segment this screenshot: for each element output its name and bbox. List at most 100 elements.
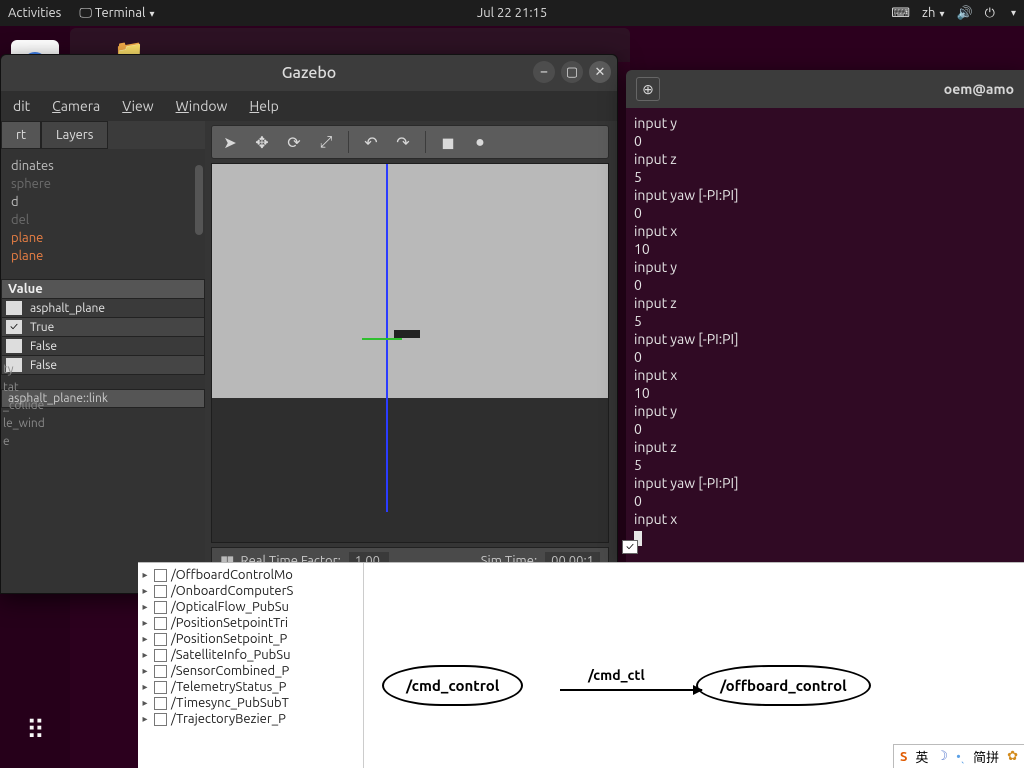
- topic-list[interactable]: ▸/OffboardControlMo▸/OnboardComputerS▸/O…: [138, 563, 364, 768]
- minimize-button[interactable]: –: [533, 61, 555, 83]
- gazebo-3d-canvas[interactable]: [211, 163, 609, 543]
- model-tree[interactable]: dinates sphere d del plane plane: [1, 149, 205, 269]
- expand-icon[interactable]: ▸: [140, 633, 150, 645]
- checkbox[interactable]: ✓: [6, 320, 22, 334]
- topic-row[interactable]: ▸/OffboardControlMo: [140, 567, 361, 583]
- topic-row[interactable]: ▸/TelemetryStatus_P: [140, 679, 361, 695]
- checkbox[interactable]: [154, 649, 167, 662]
- checkbox[interactable]: [154, 697, 167, 710]
- ime-lang-en[interactable]: 英: [915, 747, 928, 766]
- box-shape-icon[interactable]: ◼: [436, 130, 460, 154]
- ime-bar[interactable]: S 英 ☽ •ˎ 简拼 ✿: [893, 744, 1024, 768]
- redo-icon[interactable]: ↷: [391, 130, 415, 154]
- topic-label: /SensorCombined_P: [171, 664, 289, 678]
- topic-row[interactable]: ▸/SatelliteInfo_PubSu: [140, 647, 361, 663]
- side-label: e: [3, 433, 45, 451]
- activities-button[interactable]: Activities: [8, 6, 61, 20]
- menu-view[interactable]: View: [122, 98, 153, 114]
- sphere-shape-icon[interactable]: ●: [468, 130, 492, 154]
- topic-row[interactable]: ▸ /Timesync_PubSubT: [140, 695, 361, 711]
- moon-icon[interactable]: ☽: [936, 749, 948, 764]
- prop-row[interactable]: asphalt_plane: [1, 299, 205, 318]
- ros-edge: [560, 689, 702, 691]
- terminal-titlebar[interactable]: ⊕ oem@amo: [626, 70, 1024, 108]
- new-tab-icon[interactable]: ⊕: [636, 77, 660, 101]
- topic-row[interactable]: ▸/PositionSetpointTri: [140, 615, 361, 631]
- expand-icon[interactable]: ▸: [140, 617, 150, 629]
- expand-icon[interactable]: ▸: [140, 665, 150, 677]
- power-icon[interactable]: ⏻: [985, 6, 995, 21]
- close-button[interactable]: ✕: [589, 61, 611, 83]
- tab-layers[interactable]: Layers: [41, 121, 108, 149]
- checkbox[interactable]: [154, 633, 167, 646]
- tree-row[interactable]: del: [7, 211, 199, 229]
- topic-row[interactable]: ▸/OpticalFlow_PubSu: [140, 599, 361, 615]
- tree-row[interactable]: dinates: [7, 157, 199, 175]
- checkbox[interactable]: [6, 339, 22, 353]
- volume-icon[interactable]: 🔊: [956, 6, 972, 21]
- ime-dot-icon[interactable]: •ˎ: [956, 749, 965, 764]
- checkbox[interactable]: [154, 665, 167, 678]
- drone-model[interactable]: [394, 330, 420, 338]
- rotate-tool-icon[interactable]: ⟳: [282, 130, 306, 154]
- terminal-output[interactable]: input y 0 input z 5 input yaw [-PI:PI] 0…: [626, 108, 1024, 552]
- prop-row[interactable]: ✓True: [1, 318, 205, 337]
- gazebo-menubar: dit CCameraamera View Window Help: [1, 91, 617, 121]
- tree-row-selected[interactable]: plane: [7, 229, 199, 247]
- menu-camera[interactable]: CCameraamera: [52, 98, 100, 114]
- clock[interactable]: Jul 22 21:15: [477, 6, 547, 20]
- expand-icon[interactable]: ▸: [140, 713, 150, 725]
- ros-node[interactable]: /offboard_control: [696, 665, 871, 706]
- prop-row[interactable]: False: [1, 337, 205, 356]
- checkbox[interactable]: [154, 601, 167, 614]
- expand-icon[interactable]: ▸: [140, 697, 150, 709]
- system-menu-chevron-icon[interactable]: ▾: [1011, 7, 1016, 19]
- expand-icon[interactable]: ▸: [140, 601, 150, 613]
- keyboard-icon[interactable]: ⌨: [891, 6, 910, 21]
- appmenu[interactable]: 🖵 Terminal▾: [79, 6, 154, 21]
- menu-help[interactable]: Help: [249, 98, 278, 114]
- menu-window[interactable]: Window: [176, 98, 228, 114]
- topic-row[interactable]: ▸/PositionSetpoint_P: [140, 631, 361, 647]
- gazebo-titlebar[interactable]: Gazebo – ▢ ✕: [1, 55, 617, 91]
- select-tool-icon[interactable]: ➤: [218, 130, 242, 154]
- tree-row[interactable]: sphere: [7, 175, 199, 193]
- move-tool-icon[interactable]: ✥: [250, 130, 274, 154]
- show-apps-icon[interactable]: ⠿: [11, 706, 59, 754]
- terminal-host: oem@amo: [944, 81, 1014, 97]
- stray-checkbox[interactable]: ✓: [622, 540, 638, 554]
- checkbox[interactable]: [154, 585, 167, 598]
- ground-plane: [212, 398, 608, 542]
- value-header: Value: [1, 279, 205, 299]
- menu-edit[interactable]: dit: [13, 98, 30, 114]
- rqt-window: ▸/OffboardControlMo▸/OnboardComputerS▸/O…: [138, 562, 1024, 768]
- undo-icon[interactable]: ↶: [359, 130, 383, 154]
- checkbox[interactable]: [154, 569, 167, 582]
- ime-lang-cn[interactable]: 简拼: [973, 747, 999, 766]
- ros-edge-label: /cmd_ctl: [588, 667, 645, 683]
- tab-insert[interactable]: rt: [1, 121, 41, 149]
- sogou-icon[interactable]: S: [900, 750, 907, 764]
- topic-row[interactable]: ▸/TrajectoryBezier_P: [140, 711, 361, 727]
- expand-icon[interactable]: ▸: [140, 585, 150, 597]
- topic-label: /Timesync_PubSubT: [171, 696, 289, 710]
- scale-tool-icon[interactable]: ⤢: [314, 130, 338, 154]
- gnome-topbar: Activities 🖵 Terminal▾ Jul 22 21:15 ⌨ zh…: [0, 0, 1024, 26]
- tree-row[interactable]: d: [7, 193, 199, 211]
- checkbox[interactable]: [154, 713, 167, 726]
- expand-icon[interactable]: ▸: [140, 569, 150, 581]
- expand-icon[interactable]: ▸: [140, 681, 150, 693]
- input-lang[interactable]: zh▾: [922, 6, 944, 20]
- topic-row[interactable]: ▸ /SensorCombined_P: [140, 663, 361, 679]
- ros-graph-canvas[interactable]: /cmd_control /cmd_ctl /offboard_control: [364, 563, 1024, 768]
- ime-gear-icon[interactable]: ✿: [1007, 749, 1018, 764]
- tree-row-selected[interactable]: plane: [7, 247, 199, 265]
- terminal-text: input y 0 input z 5 input yaw [-PI:PI] 0…: [634, 115, 739, 527]
- maximize-button[interactable]: ▢: [561, 61, 583, 83]
- ros-node[interactable]: /cmd_control: [382, 665, 523, 706]
- expand-icon[interactable]: ▸: [140, 649, 150, 661]
- topic-row[interactable]: ▸/OnboardComputerS: [140, 583, 361, 599]
- checkbox[interactable]: [154, 681, 167, 694]
- checkbox[interactable]: [6, 301, 22, 315]
- checkbox[interactable]: [154, 617, 167, 630]
